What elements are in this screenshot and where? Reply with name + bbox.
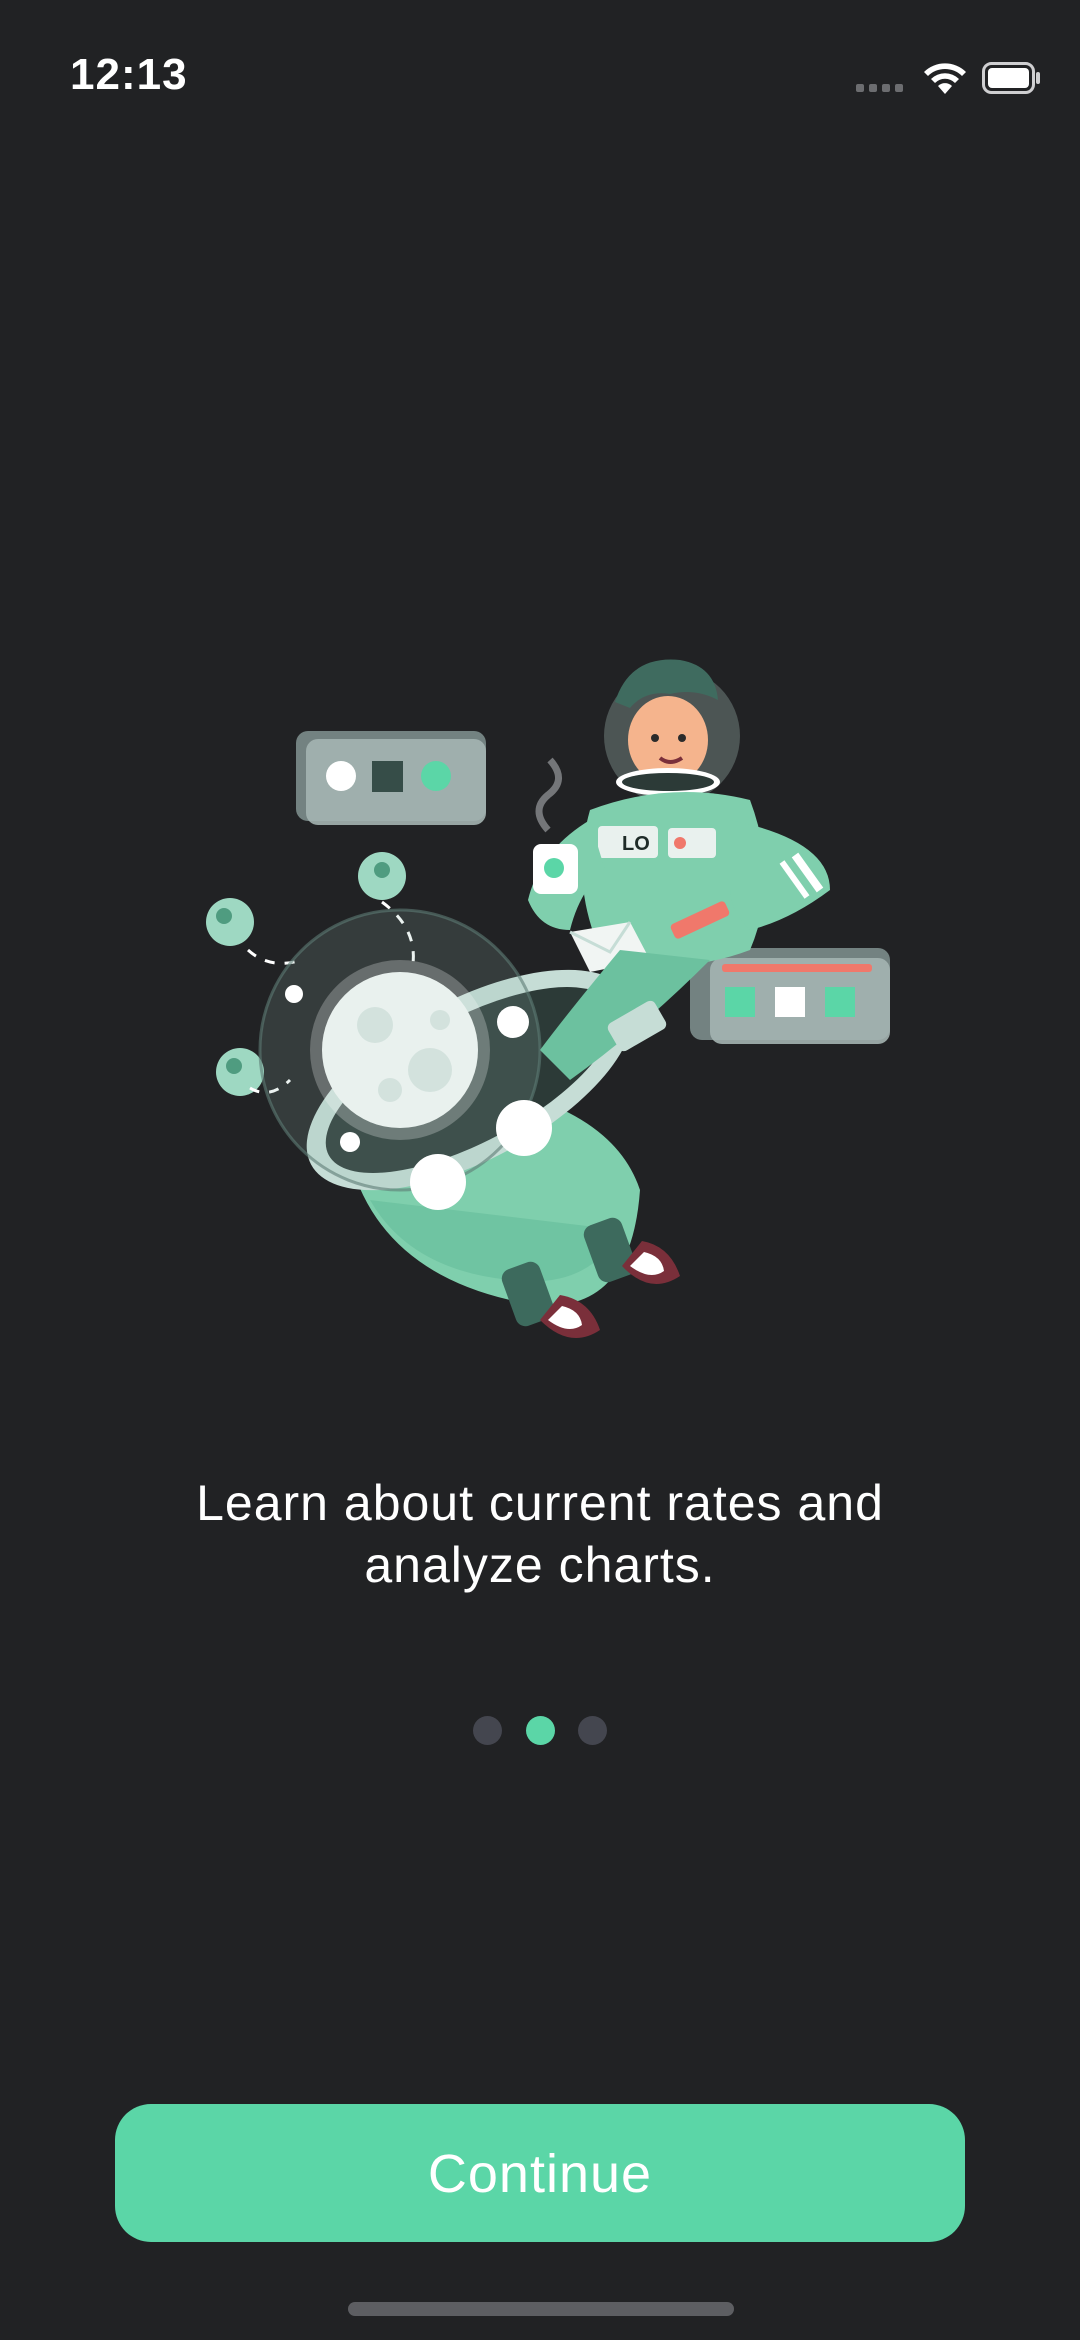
status-bar: 12:13: [0, 0, 1080, 150]
page-dot-2-active[interactable]: [526, 1716, 555, 1745]
svg-text:LO: LO: [622, 833, 650, 855]
home-indicator[interactable]: [348, 2302, 734, 2316]
floating-card-right-icon: [690, 948, 890, 1044]
onboarding-line-1: Learn about current rates and: [196, 1475, 884, 1531]
page-dot-1[interactable]: [473, 1716, 502, 1745]
onboarding-line-2: analyze charts.: [364, 1537, 716, 1593]
continue-button[interactable]: Continue: [115, 2104, 965, 2242]
onboarding-description: Learn about current rates and analyze ch…: [80, 1472, 1000, 1596]
wifi-icon: [924, 63, 966, 94]
floating-card-icon: [296, 731, 486, 825]
cellular-signal-icon: [856, 84, 906, 94]
battery-icon: [982, 62, 1040, 94]
page-indicator: [0, 1716, 1080, 1746]
status-time: 12:13: [70, 50, 188, 99]
page-dot-3[interactable]: [578, 1716, 607, 1745]
astronaut-spaceship-illustration: LO: [206, 659, 890, 1338]
